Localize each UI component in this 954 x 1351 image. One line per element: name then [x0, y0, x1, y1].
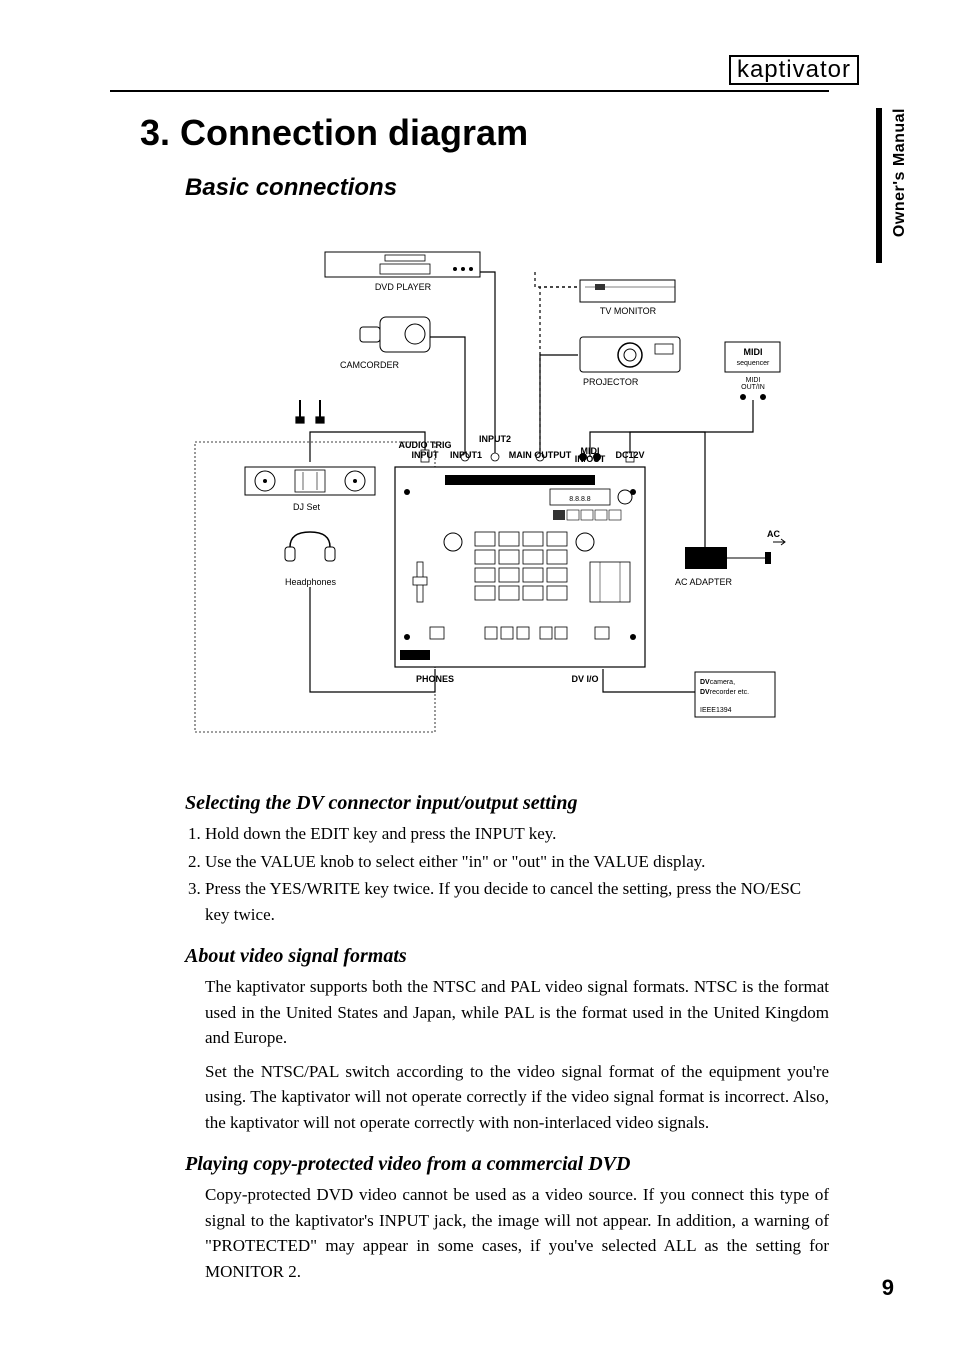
svg-text:IEEE1394: IEEE1394	[700, 707, 732, 714]
svg-text:DVrecorder etc.: DVrecorder etc.	[700, 689, 749, 696]
side-tab-accent	[876, 108, 882, 263]
svg-text:Headphones: Headphones	[285, 577, 337, 587]
chapter-text: Connection diagram	[180, 112, 528, 153]
midi-sequencer-box: MIDI sequencer MIDI OUT/IN	[725, 342, 780, 400]
subhead-dv-setting: Selecting the DV connector input/output …	[185, 792, 859, 815]
body-text: Set the NTSC/PAL switch according to the…	[205, 1059, 829, 1136]
svg-text:DJ Set: DJ Set	[293, 502, 321, 512]
dj-set-icon: DJ Set	[245, 467, 375, 512]
svg-text:PHONES: PHONES	[416, 674, 454, 684]
ac-adapter-icon: AC ADAPTER AC	[675, 529, 785, 587]
connection-diagram: DVD PLAYER CAMCORDER TV MONITOR	[185, 232, 805, 752]
chapter-number: 3.	[140, 112, 170, 153]
headphones-icon: Headphones	[285, 532, 337, 587]
svg-text:AUDIO TRIG: AUDIO TRIG	[399, 440, 452, 450]
projector-icon: PROJECTOR	[580, 337, 680, 387]
bottom-port-labels: PHONES DV I/O	[416, 674, 599, 684]
body-text: The kaptivator supports both the NTSC an…	[205, 974, 829, 1051]
body-text: Copy-protected DVD video cannot be used …	[205, 1182, 829, 1284]
kaptivator-device: 8.8.8.8	[395, 467, 645, 667]
subhead-copy-protected: Playing copy-protected video from a comm…	[185, 1153, 859, 1176]
svg-text:MIDI: MIDI	[746, 377, 761, 384]
chapter-title: 3. Connection diagram	[140, 112, 859, 154]
list-item: Use the VALUE knob to select either "in"…	[205, 849, 829, 875]
list-item: Press the YES/WRITE key twice. If you de…	[205, 876, 829, 927]
svg-text:OUT/IN: OUT/IN	[741, 384, 765, 391]
subhead-video-formats: About video signal formats	[185, 945, 859, 968]
header-rule	[110, 90, 829, 92]
svg-text:DV I/O: DV I/O	[571, 674, 598, 684]
dv-camera-box: DVcamera, DVrecorder etc. IEEE1394	[695, 672, 775, 717]
svg-text:INPUT2: INPUT2	[479, 434, 511, 444]
svg-text:DC12V: DC12V	[615, 450, 644, 460]
camcorder-icon: CAMCORDER	[340, 317, 430, 370]
svg-text:MAIN OUTPUT: MAIN OUTPUT	[509, 450, 572, 460]
svg-text:sequencer: sequencer	[737, 360, 770, 367]
svg-text:8.8.8.8: 8.8.8.8	[569, 496, 591, 503]
dvd-player-icon: DVD PLAYER	[325, 252, 480, 292]
svg-text:IN/OUT: IN/OUT	[575, 454, 606, 464]
svg-text:TV MONITOR: TV MONITOR	[600, 306, 657, 316]
dv-steps-list: Hold down the EDIT key and press the INP…	[185, 821, 829, 927]
svg-text:MIDI: MIDI	[744, 347, 763, 357]
top-port-labels: AUDIO TRIG INPUT INPUT1 INPUT2 MAIN OUTP…	[399, 434, 645, 464]
page-number: 9	[882, 1275, 894, 1301]
svg-text:INPUT: INPUT	[412, 450, 440, 460]
list-item: Hold down the EDIT key and press the INP…	[205, 821, 829, 847]
svg-text:INPUT1: INPUT1	[450, 450, 482, 460]
svg-text:CAMCORDER: CAMCORDER	[340, 360, 400, 370]
section-basic-connections: Basic connections	[185, 174, 859, 202]
svg-text:DVD PLAYER: DVD PLAYER	[375, 282, 432, 292]
side-tab-label: Owner's Manual	[891, 108, 909, 237]
svg-text:AC: AC	[767, 529, 780, 539]
svg-text:DVcamera,: DVcamera,	[700, 679, 735, 686]
tv-monitor-icon: TV MONITOR	[580, 280, 675, 316]
svg-text:PROJECTOR: PROJECTOR	[583, 377, 639, 387]
product-name-box: kaptivator	[729, 55, 859, 85]
svg-text:AC ADAPTER: AC ADAPTER	[675, 577, 733, 587]
